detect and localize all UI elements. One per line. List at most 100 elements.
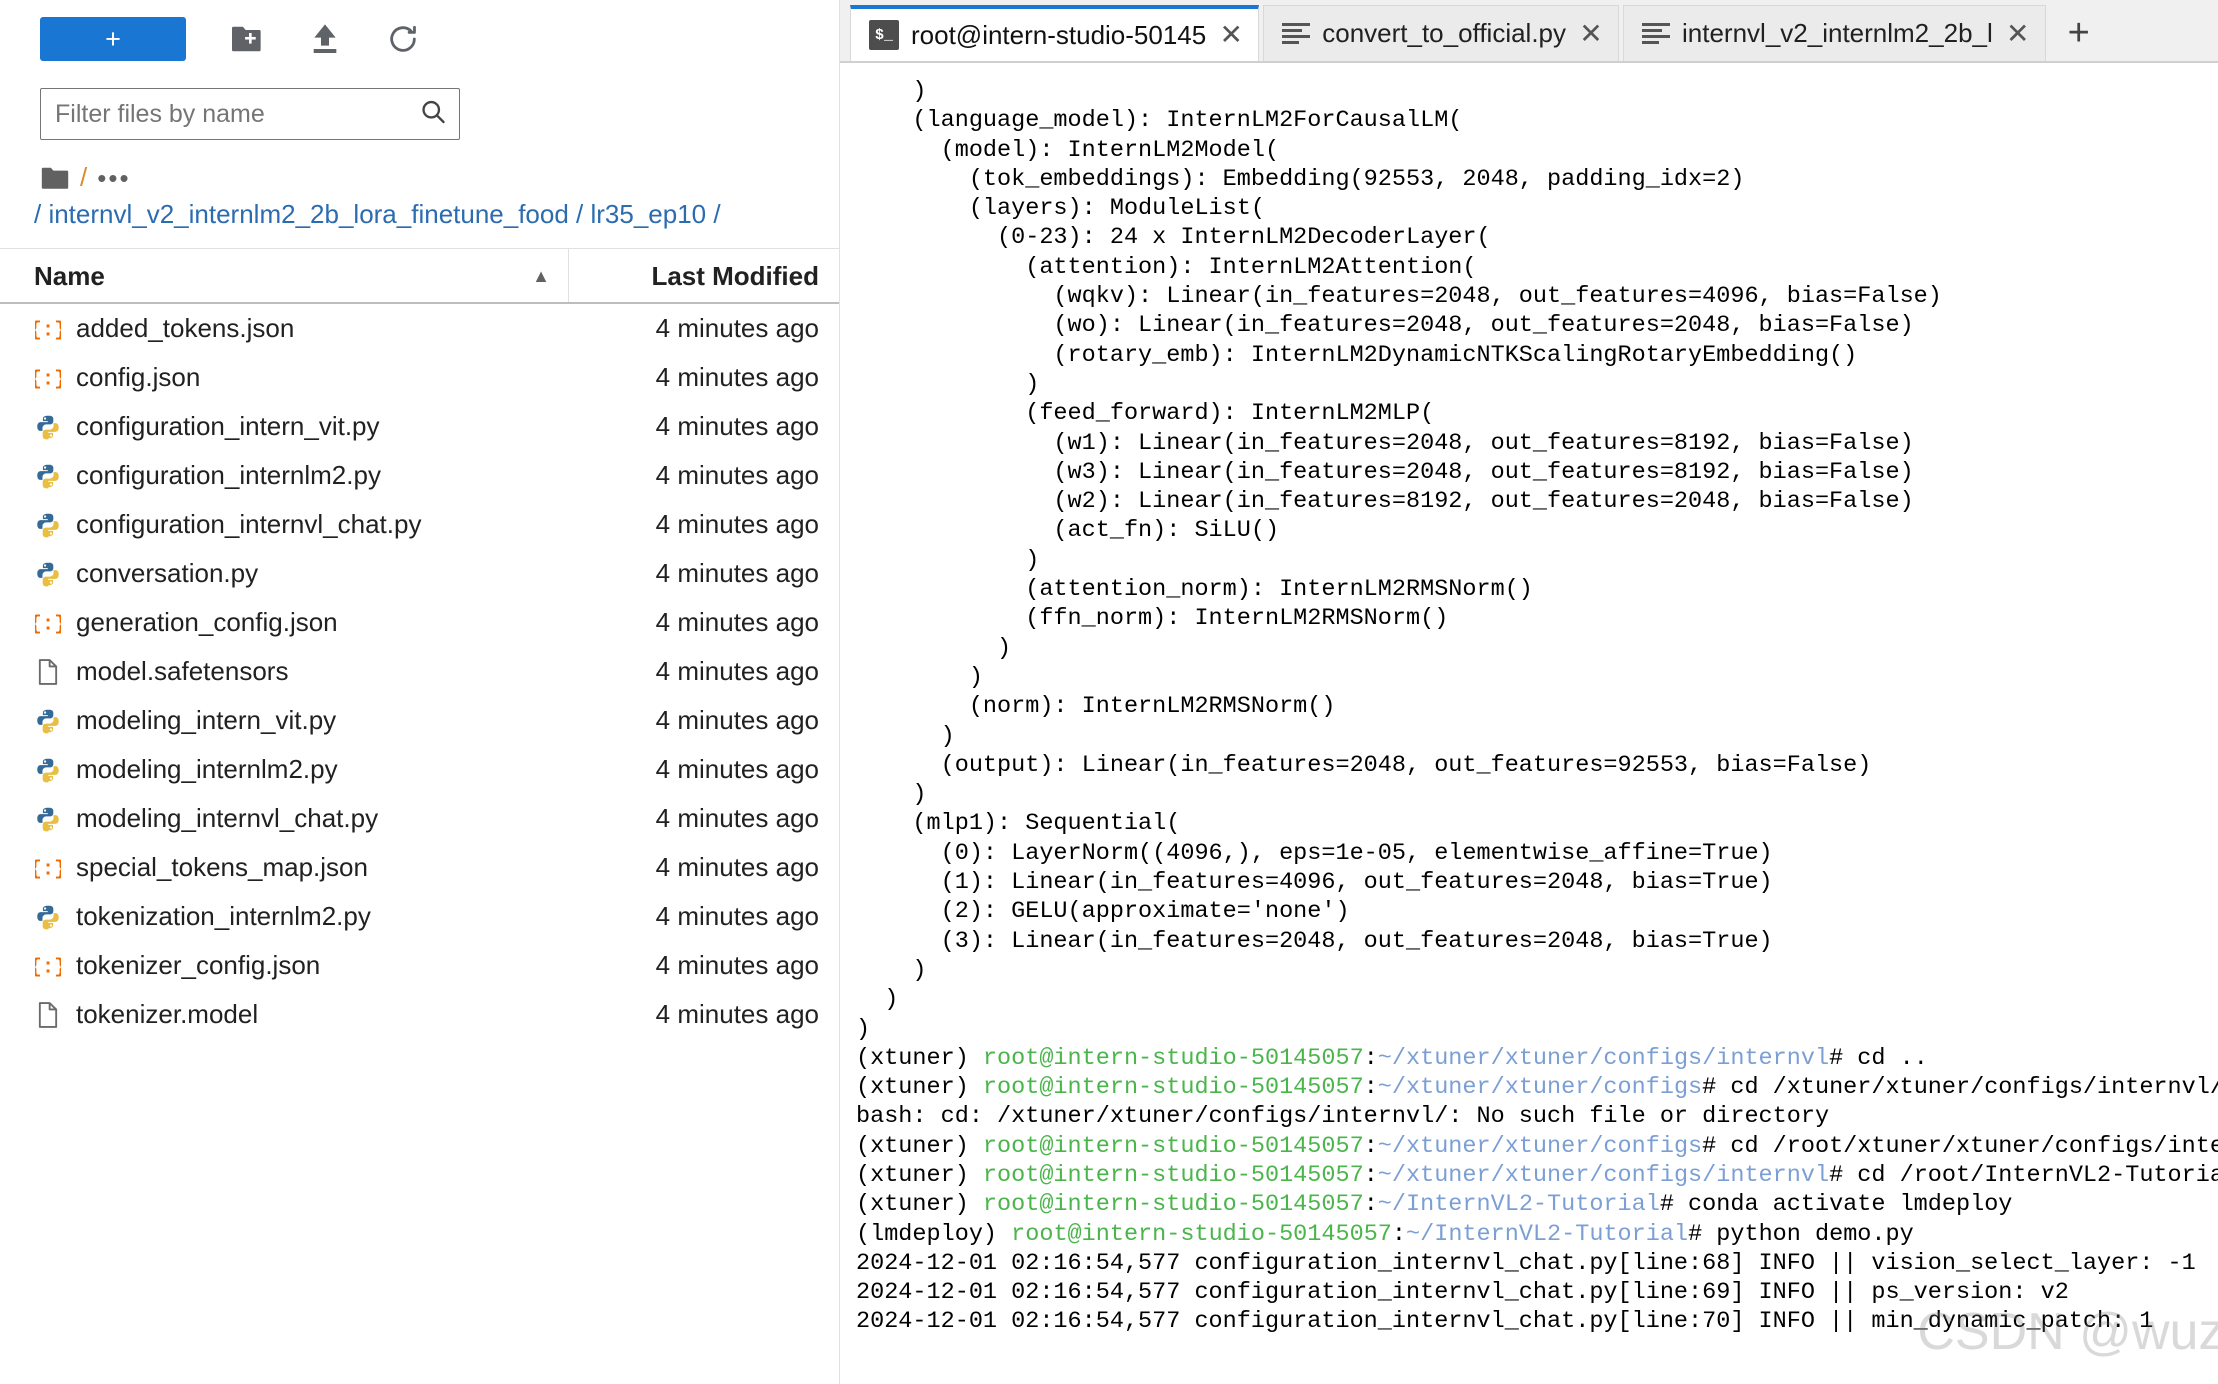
table-row[interactable]: {:} generation_config.json 4 minutes ago: [0, 598, 839, 647]
terminal-view[interactable]: ) (language_model): InternLM2ForCausalLM…: [840, 62, 2218, 1384]
file-name-cell[interactable]: configuration_internvl_chat.py: [0, 509, 569, 540]
terminal-line: bash: cd: /xtuner/xtuner/configs/internv…: [856, 1103, 1830, 1131]
file-name-label: special_tokens_map.json: [76, 852, 368, 882]
folder-icon[interactable]: [40, 166, 70, 190]
python-file-icon: [34, 707, 62, 735]
table-row[interactable]: configuration_intern_vit.py 4 minutes ago: [0, 402, 839, 451]
terminal-line: (wqkv): Linear(in_features=2048, out_fea…: [856, 283, 1942, 311]
terminal-line: ): [856, 78, 927, 105]
generic-file-icon: [34, 1001, 62, 1029]
breadcrumb-ellipsis[interactable]: •••: [97, 165, 130, 191]
terminal-line: (attention_norm): InternLM2RMSNorm(): [856, 576, 1533, 604]
json-file-icon: {:}: [34, 952, 62, 980]
file-name-cell[interactable]: modeling_internvl_chat.py: [0, 803, 569, 834]
terminal-line: ): [856, 370, 1040, 398]
new-tab-button[interactable]: +: [2049, 5, 2108, 61]
python-file-icon: [34, 805, 62, 833]
new-folder-icon[interactable]: [208, 17, 286, 61]
table-row[interactable]: conversation.py 4 minutes ago: [0, 549, 839, 598]
terminal-line: 2024-12-01 02:16:54,577 configuration_in…: [856, 1279, 2069, 1307]
file-table-header: Name ▲ Last Modified: [0, 248, 839, 304]
terminal-line: (xtuner) root@intern-studio-50145057:~/x…: [856, 1074, 2218, 1102]
terminal-line: ): [856, 546, 1040, 574]
terminal-line: (rotary_emb): InternLM2DynamicNTKScaling…: [856, 341, 1858, 369]
column-header-name[interactable]: Name ▲: [0, 249, 569, 302]
column-header-last-modified[interactable]: Last Modified: [569, 248, 839, 304]
file-name-cell[interactable]: {:} generation_config.json: [0, 607, 569, 638]
file-name-cell[interactable]: {:} special_tokens_map.json: [0, 852, 569, 883]
table-row[interactable]: {:} added_tokens.json 4 minutes ago: [0, 304, 839, 353]
generic-file-icon: [34, 658, 62, 686]
terminal-line: (xtuner) root@intern-studio-50145057:~/x…: [856, 1161, 2218, 1189]
terminal-line: (xtuner) root@intern-studio-50145057:~/x…: [856, 1044, 1928, 1072]
file-name-label: tokenization_internlm2.py: [76, 901, 371, 931]
svg-text:{:}: {:}: [35, 858, 61, 881]
file-modified-cell: 4 minutes ago: [655, 313, 819, 343]
file-name-label: modeling_intern_vit.py: [76, 705, 337, 735]
file-name-cell[interactable]: tokenization_internlm2.py: [0, 901, 569, 932]
terminal-line: (model): InternLM2Model(: [856, 136, 1280, 164]
terminal-line: (w3): Linear(in_features=2048, out_featu…: [856, 458, 1914, 486]
terminal-line: (3): Linear(in_features=2048, out_featur…: [856, 927, 1773, 955]
python-file-icon: [34, 462, 62, 490]
close-icon[interactable]: ✕: [2005, 19, 2031, 48]
file-name-label: modeling_internlm2.py: [76, 754, 338, 784]
close-icon[interactable]: ✕: [1578, 19, 1604, 48]
svg-text:{:}: {:}: [35, 613, 61, 636]
new-launcher-button[interactable]: +: [40, 17, 186, 61]
table-row[interactable]: modeling_intern_vit.py 4 minutes ago: [0, 696, 839, 745]
table-row[interactable]: tokenizer.model 4 minutes ago: [0, 990, 839, 1039]
tab-bar: $_ root@intern-studio-50145 ✕ convert_to_of…: [840, 0, 2218, 62]
file-name-label: model.safetensors: [76, 656, 289, 686]
terminal-line: ): [856, 663, 983, 691]
file-browser-panel: + Filter files by name / ••• / internvl_…: [0, 0, 840, 1384]
search-input[interactable]: [41, 89, 459, 139]
table-row[interactable]: modeling_internvl_chat.py 4 minutes ago: [0, 794, 839, 843]
table-row[interactable]: modeling_internlm2.py 4 minutes ago: [0, 745, 839, 794]
table-row[interactable]: {:} special_tokens_map.json 4 minutes ago: [0, 843, 839, 892]
file-table-body: {:} added_tokens.json 4 minutes ago {:} conf…: [0, 304, 839, 1039]
sort-ascending-icon[interactable]: ▲: [532, 248, 550, 304]
column-header-name-label: Name: [34, 260, 105, 291]
terminal-line: ): [856, 722, 955, 750]
file-modified-cell: 4 minutes ago: [655, 705, 819, 735]
svg-text:{:}: {:}: [35, 956, 61, 979]
tab-2[interactable]: convert_to_official.py ✕: [1263, 5, 1620, 61]
table-row[interactable]: configuration_internvl_chat.py 4 minutes …: [0, 500, 839, 549]
terminal-line: 2024-12-01 02:16:54,577 configuration_in…: [856, 1249, 2196, 1277]
file-name-cell[interactable]: modeling_intern_vit.py: [0, 705, 569, 736]
refresh-icon[interactable]: [364, 17, 442, 61]
filter-files-box[interactable]: [40, 88, 460, 140]
breadcrumb-path[interactable]: / internvl_v2_internlm2_2b_lora_finetune…: [0, 199, 839, 248]
breadcrumb[interactable]: / •••: [0, 140, 839, 199]
file-name-cell[interactable]: tokenizer.model: [0, 999, 569, 1030]
file-modified-cell: 4 minutes ago: [655, 411, 819, 441]
terminal-line: (xtuner) root@intern-studio-50145057:~/x…: [856, 1132, 2218, 1160]
file-name-cell[interactable]: configuration_internlm2.py: [0, 460, 569, 491]
python-file-icon: [34, 756, 62, 784]
terminal-line: (w1): Linear(in_features=2048, out_featu…: [856, 429, 1914, 457]
file-name-cell[interactable]: {:} added_tokens.json: [0, 313, 569, 344]
table-row[interactable]: {:} tokenizer_config.json 4 minutes ago: [0, 941, 839, 990]
file-name-cell[interactable]: {:} config.json: [0, 362, 569, 393]
table-row[interactable]: {:} config.json 4 minutes ago: [0, 353, 839, 402]
tab-3[interactable]: internvl_v2_internlm2_2b_l ✕: [1623, 5, 2046, 61]
close-icon[interactable]: ✕: [1218, 21, 1244, 49]
tab-1[interactable]: $_ root@intern-studio-50145 ✕: [850, 5, 1260, 61]
file-name-cell[interactable]: modeling_internlm2.py: [0, 754, 569, 785]
file-name-cell[interactable]: model.safetensors: [0, 656, 569, 687]
file-name-cell[interactable]: {:} tokenizer_config.json: [0, 950, 569, 981]
file-name-cell[interactable]: configuration_intern_vit.py: [0, 411, 569, 442]
file-name-label: generation_config.json: [76, 607, 338, 637]
table-row[interactable]: tokenization_internlm2.py 4 minutes ago: [0, 892, 839, 941]
file-name-label: configuration_intern_vit.py: [76, 411, 380, 441]
terminal-line: (lmdeploy) root@intern-studio-50145057:~…: [856, 1220, 1914, 1248]
upload-icon[interactable]: [286, 17, 364, 61]
file-name-cell[interactable]: conversation.py: [0, 558, 569, 589]
json-file-icon: {:}: [34, 609, 62, 637]
terminal-line: (language_model): InternLM2ForCausalLM(: [856, 107, 1463, 135]
table-row[interactable]: configuration_internlm2.py 4 minutes ago: [0, 451, 839, 500]
table-row[interactable]: model.safetensors 4 minutes ago: [0, 647, 839, 696]
terminal-line: ): [856, 1015, 871, 1043]
terminal-line: (output): Linear(in_features=2048, out_f…: [856, 751, 1872, 779]
